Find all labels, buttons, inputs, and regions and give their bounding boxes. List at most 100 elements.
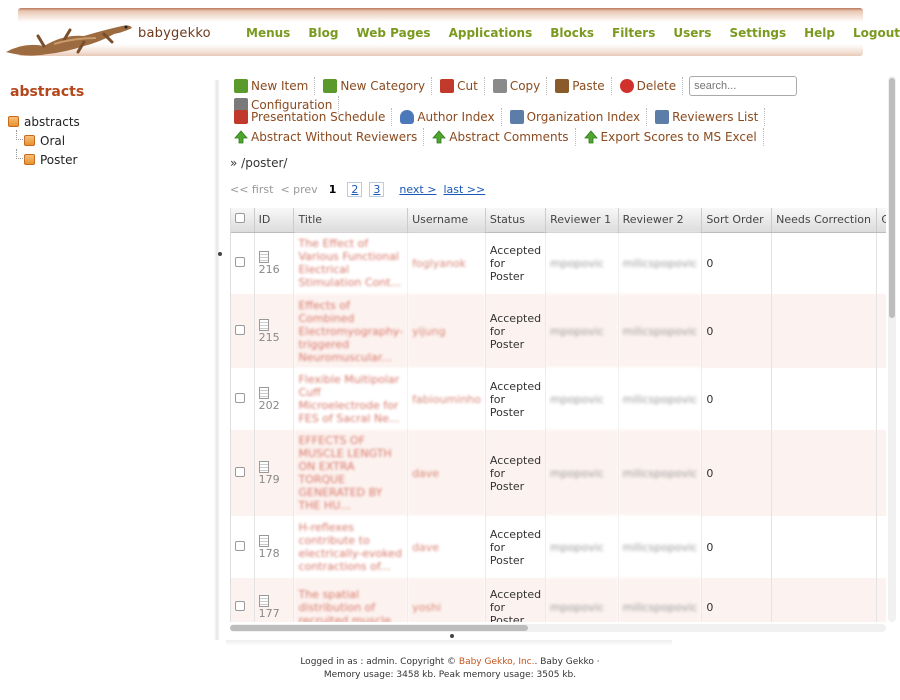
footer-login-text: Logged in as : admin. Copyright © <box>300 657 457 667</box>
sort-order-cell: 0 <box>701 578 773 622</box>
top-navigation: Menus Blog Web Pages Applications Blocks Filt… <box>246 26 900 40</box>
column-header-status[interactable]: Status <box>485 208 547 233</box>
toolbar-abstract-comments-button[interactable]: Abstract Comments <box>424 128 576 146</box>
pager-next[interactable]: next > <box>399 183 436 196</box>
row-select-cell[interactable] <box>231 578 255 622</box>
pager-first[interactable]: << first <box>230 183 273 196</box>
tree-node-root[interactable]: abstracts <box>8 112 208 131</box>
company-link[interactable]: Baby Gekko, Inc. <box>459 657 535 667</box>
horizontal-scroll-thumb[interactable] <box>230 625 528 631</box>
table-row[interactable]: 179 EFFECTS OF MUSCLE LENGTH ON EXTRA TOR… <box>231 430 886 516</box>
app-title[interactable]: babygekko <box>138 26 211 41</box>
toolbar-paste-button[interactable]: Paste <box>547 77 612 95</box>
table-row[interactable]: 216 The Effect of Various Functional Elec… <box>231 232 886 294</box>
toolbar-copy-button[interactable]: Copy <box>485 77 548 95</box>
toolbar-label: Delete <box>636 79 677 93</box>
toolbar-cut-button[interactable]: Cut <box>432 77 485 95</box>
pager-prev[interactable]: < prev <box>280 183 317 196</box>
nav-filters[interactable]: Filters <box>612 26 655 40</box>
toolbar-author-index-button[interactable]: Author Index <box>392 108 502 126</box>
row-checkbox[interactable] <box>235 466 245 477</box>
column-header-title[interactable]: Title <box>293 208 409 233</box>
tree-node-oral[interactable]: Oral <box>8 130 208 150</box>
select-all-header[interactable] <box>231 208 255 233</box>
table-row[interactable]: 178 H-reflexes contribute to electrically… <box>231 516 886 578</box>
nav-settings[interactable]: Settings <box>729 26 786 40</box>
footer-memory-usage: Memory usage: 3458 kb. Peak memory usage… <box>323 670 577 680</box>
toolbar-new-category-button[interactable]: New Category <box>315 77 433 95</box>
toolbar-row-2: Presentation Schedule Author Index Organiz… <box>226 108 888 146</box>
comments-cell <box>876 294 886 368</box>
username-cell: yoshi <box>407 578 486 622</box>
bottom-splitter-handle[interactable] <box>450 634 454 638</box>
bottom-splitter[interactable] <box>226 640 672 646</box>
search-input[interactable] <box>689 76 798 96</box>
sidebar: abstracts abstracts Oral Poster <box>8 84 208 169</box>
column-header-comments[interactable]: Co <box>876 208 886 233</box>
column-header-id[interactable]: ID <box>254 208 295 233</box>
title-cell[interactable]: Effects of Combined Electromyography-tri… <box>293 294 409 368</box>
nav-logout[interactable]: Logout <box>853 26 900 40</box>
table-row[interactable]: 215 Effects of Combined Electromyography-… <box>231 294 886 368</box>
sidebar-title: abstracts <box>10 84 85 100</box>
row-checkbox[interactable] <box>235 600 245 611</box>
column-header-reviewer1[interactable]: Reviewer 1 <box>545 208 619 233</box>
pager-page-3[interactable]: 3 <box>369 182 385 197</box>
column-header-sort-order[interactable]: Sort Order <box>701 208 773 233</box>
row-checkbox[interactable] <box>235 324 245 335</box>
sort-order-cell: 0 <box>701 294 773 368</box>
row-select-cell[interactable] <box>231 368 255 430</box>
nav-web-pages[interactable]: Web Pages <box>356 26 430 40</box>
toolbar-delete-button[interactable]: Delete <box>612 77 684 95</box>
nav-help[interactable]: Help <box>804 26 835 40</box>
table-row[interactable]: 177 The spatial distribution of recruited… <box>231 578 886 622</box>
title-cell[interactable]: H-reflexes contribute to electrically-ev… <box>293 516 409 578</box>
sort-order-cell: 0 <box>701 368 773 430</box>
table-row[interactable]: 202 Flexible Multipolar Cuff Microelectro… <box>231 368 886 430</box>
row-checkbox[interactable] <box>235 540 245 551</box>
column-header-username[interactable]: Username <box>407 208 486 233</box>
nav-blocks[interactable]: Blocks <box>550 26 594 40</box>
title-cell[interactable]: The Effect of Various Functional Electri… <box>293 232 409 294</box>
column-header-needs-correction[interactable]: Needs Correction <box>771 208 878 233</box>
column-header-reviewer2[interactable]: Reviewer 2 <box>618 208 703 233</box>
vertical-scrollbar[interactable] <box>888 76 896 622</box>
row-checkbox[interactable] <box>235 392 245 403</box>
nav-menus[interactable]: Menus <box>246 26 290 40</box>
toolbar-presentation-schedule-button[interactable]: Presentation Schedule <box>226 108 393 126</box>
nav-users[interactable]: Users <box>673 26 711 40</box>
toolbar-export-scores-to-ms-excel-button[interactable]: Export Scores to MS Excel <box>576 128 764 146</box>
toolbar-organization-index-button[interactable]: Organization Index <box>502 108 648 126</box>
title-cell[interactable]: Flexible Multipolar Cuff Microelectrode … <box>293 368 409 430</box>
horizontal-scrollbar[interactable] <box>230 624 886 632</box>
title-cell[interactable]: EFFECTS OF MUSCLE LENGTH ON EXTRA TORQUE… <box>293 430 409 516</box>
nav-blog[interactable]: Blog <box>308 26 338 40</box>
row-select-cell[interactable] <box>231 232 255 294</box>
main-panel: New Item New Category Cut Copy Paste Delete Co… <box>226 76 896 636</box>
footer-copyright: Logged in as : admin. Copyright © Baby G… <box>0 656 900 669</box>
status-cell: Accepted for Poster <box>485 294 547 368</box>
row-select-cell[interactable] <box>231 430 255 516</box>
nav-applications[interactable]: Applications <box>449 26 533 40</box>
pager-page-2[interactable]: 2 <box>347 182 363 197</box>
toolbar-new-item-button[interactable]: New Item <box>226 77 316 95</box>
toolbar-abstract-without-reviewers-button[interactable]: Abstract Without Reviewers <box>226 128 425 146</box>
id-cell: 178 <box>254 516 295 578</box>
row-select-cell[interactable] <box>231 516 255 578</box>
splitter-handle[interactable] <box>218 252 222 256</box>
panel-splitter[interactable] <box>214 80 220 640</box>
breadcrumb: » /poster/ <box>230 156 288 170</box>
pager-last[interactable]: last >> <box>443 183 485 196</box>
toolbar-reviewers-list-button[interactable]: Reviewers List <box>647 108 766 126</box>
row-select-cell[interactable] <box>231 294 255 368</box>
select-all-checkbox[interactable] <box>235 213 245 224</box>
tree-node-poster[interactable]: Poster <box>8 149 208 169</box>
needs-correction-cell <box>771 368 878 430</box>
tree-node-label: Poster <box>40 152 78 167</box>
vertical-scroll-thumb[interactable] <box>889 78 895 318</box>
row-checkbox[interactable] <box>235 256 245 267</box>
title-cell[interactable]: The spatial distribution of recruited mu… <box>293 578 409 622</box>
delete-icon <box>619 79 634 93</box>
tree-connector <box>16 130 25 140</box>
reviewer1-cell: mpopovic <box>545 232 619 294</box>
